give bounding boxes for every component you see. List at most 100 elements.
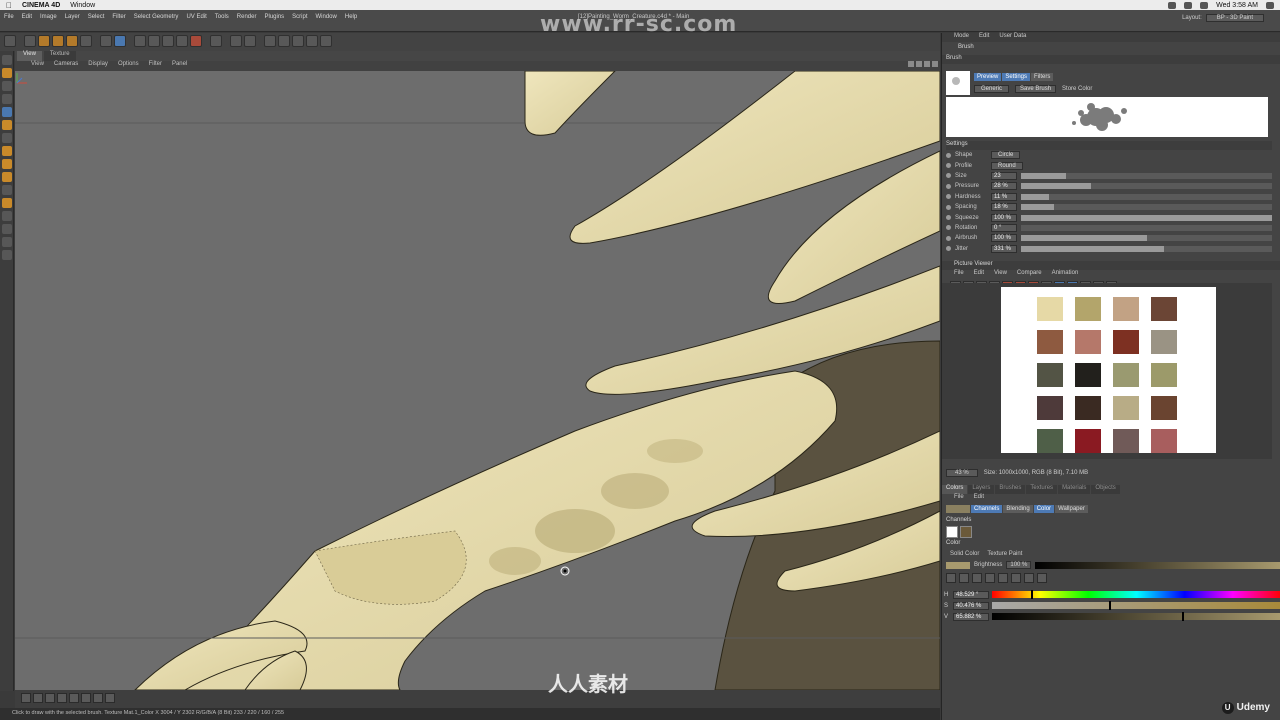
- swatch[interactable]: [1113, 297, 1139, 321]
- status-icon[interactable]: [1168, 1, 1177, 9]
- viewport-3d[interactable]: [15, 71, 940, 690]
- app-menu-layer[interactable]: Layer: [65, 14, 80, 20]
- mac-menu-window[interactable]: Window: [70, 2, 95, 9]
- slider-handle[interactable]: [1031, 590, 1033, 599]
- render-queue-icon[interactable]: [176, 35, 188, 47]
- pv-menu-compare[interactable]: Compare: [1017, 270, 1042, 279]
- undo-icon[interactable]: [4, 35, 16, 47]
- tab-objects[interactable]: Objects: [1091, 485, 1120, 494]
- swatches-icon[interactable]: [1037, 573, 1047, 583]
- swatch[interactable]: [1075, 363, 1101, 387]
- environment-icon[interactable]: [320, 35, 332, 47]
- menu-edit[interactable]: Edit: [979, 33, 989, 42]
- projection-icon[interactable]: [69, 693, 79, 703]
- color-fg-icon[interactable]: [1, 237, 12, 247]
- brush-thumbnail[interactable]: [946, 71, 970, 95]
- battery-icon[interactable]: [1200, 1, 1209, 9]
- app-menu-plugins[interactable]: Plugins: [264, 14, 284, 20]
- picture-viewer-canvas[interactable]: [942, 283, 1272, 459]
- pressure-radio-icon[interactable]: [946, 183, 951, 189]
- kelvin-icon[interactable]: [1011, 573, 1021, 583]
- tool-fill-icon[interactable]: [1, 120, 12, 130]
- pv-menu-edit[interactable]: Edit: [974, 270, 984, 279]
- render-picture-icon[interactable]: [190, 35, 202, 47]
- swatch[interactable]: [1075, 396, 1101, 420]
- tool-clone-icon[interactable]: [1, 146, 12, 156]
- pv-menu-animation[interactable]: Animation: [1052, 270, 1079, 279]
- app-menu-filter[interactable]: Filter: [112, 14, 125, 20]
- squeeze-value[interactable]: 100 %: [991, 213, 1017, 222]
- swatch[interactable]: [1037, 297, 1063, 321]
- jitter-slider[interactable]: [1021, 245, 1272, 252]
- tool-brush-icon[interactable]: [1, 107, 12, 117]
- spacing-value[interactable]: 18 %: [991, 203, 1017, 212]
- hardness-slider[interactable]: [1021, 193, 1272, 200]
- tab-wallpaper[interactable]: Wallpaper: [1055, 505, 1088, 513]
- pressure-slider[interactable]: [1021, 183, 1272, 190]
- airbrush-radio-icon[interactable]: [946, 235, 951, 241]
- tab-layers[interactable]: Layers: [968, 485, 995, 494]
- profile-dropdown[interactable]: Round: [991, 161, 1023, 170]
- channel-bg[interactable]: [960, 526, 972, 538]
- swatch[interactable]: [1151, 396, 1177, 420]
- wifi-icon[interactable]: [1184, 1, 1193, 9]
- swatch[interactable]: [1113, 396, 1139, 420]
- squeeze-radio-icon[interactable]: [946, 215, 951, 221]
- solid-color-radio[interactable]: Solid Color: [950, 551, 979, 560]
- store-color-checkbox[interactable]: Store Color: [1062, 86, 1092, 92]
- layout-dropdown[interactable]: BP - 3D Paint: [1205, 14, 1264, 22]
- jitter-radio-icon[interactable]: [946, 246, 951, 252]
- tool-select-icon[interactable]: [1, 55, 12, 65]
- app-menu-uv-edit[interactable]: UV Edit: [186, 14, 206, 20]
- live-select-icon[interactable]: [24, 35, 36, 47]
- render-settings-icon[interactable]: [162, 35, 174, 47]
- texture-paint-radio[interactable]: Texture Paint: [987, 551, 1022, 560]
- swatch[interactable]: [1113, 429, 1139, 453]
- shape-dropdown[interactable]: Circle: [991, 151, 1021, 160]
- move-icon[interactable]: [38, 35, 50, 47]
- rotate-icon[interactable]: [66, 35, 78, 47]
- rotation-radio-icon[interactable]: [946, 225, 951, 231]
- tool-smudge-icon[interactable]: [1, 159, 12, 169]
- pressure-value[interactable]: 28 %: [991, 182, 1017, 191]
- app-menu-tools[interactable]: Tools: [215, 14, 229, 20]
- vp-menu-filter[interactable]: Filter: [149, 61, 162, 71]
- layer-delete-icon[interactable]: [45, 693, 55, 703]
- shape-radio-icon[interactable]: [946, 152, 951, 158]
- apple-icon[interactable]: : [6, 1, 12, 10]
- render-view-icon[interactable]: [134, 35, 146, 47]
- swatch[interactable]: [1075, 330, 1101, 354]
- vp-menu-panel[interactable]: Panel: [172, 61, 187, 71]
- squeeze-slider[interactable]: [1021, 214, 1272, 221]
- swatch[interactable]: [1151, 330, 1177, 354]
- tab-channels[interactable]: Channels: [971, 505, 1003, 513]
- spacing-slider[interactable]: [1021, 204, 1272, 211]
- app-menu-file[interactable]: File: [4, 14, 14, 20]
- hsv-value-h[interactable]: 48.529 °: [953, 590, 989, 599]
- tool-pen-icon[interactable]: [1, 211, 12, 221]
- swatch[interactable]: [1151, 297, 1177, 321]
- render-region-icon[interactable]: [148, 35, 160, 47]
- swatch[interactable]: [1075, 297, 1101, 321]
- scale-icon[interactable]: [52, 35, 64, 47]
- pan-icon[interactable]: [908, 61, 914, 67]
- hsv-value-s[interactable]: 40.476 %: [953, 601, 989, 610]
- tab-colors[interactable]: Colors: [942, 485, 968, 494]
- spacing-radio-icon[interactable]: [946, 204, 951, 210]
- app-menu-image[interactable]: Image: [40, 14, 57, 20]
- search-icon[interactable]: [1266, 1, 1274, 9]
- paint-icon[interactable]: [114, 35, 126, 47]
- tab-settings[interactable]: Settings: [1002, 73, 1031, 81]
- hsv-value-v[interactable]: 65.882 %: [953, 612, 989, 621]
- hsv-slider-h[interactable]: [992, 590, 1280, 599]
- menu-user-data[interactable]: User Data: [999, 33, 1026, 42]
- color-bg-icon[interactable]: [1, 250, 12, 260]
- vp-menu-options[interactable]: Options: [118, 61, 139, 71]
- cp-menu-file[interactable]: File: [954, 494, 964, 503]
- pv-menu-view[interactable]: View: [994, 270, 1007, 279]
- tool-dodge-icon[interactable]: [1, 172, 12, 182]
- tool-text-icon[interactable]: [1, 224, 12, 234]
- pv-menu-file[interactable]: File: [954, 270, 964, 279]
- swatch[interactable]: [1037, 396, 1063, 420]
- swatch[interactable]: [1113, 330, 1139, 354]
